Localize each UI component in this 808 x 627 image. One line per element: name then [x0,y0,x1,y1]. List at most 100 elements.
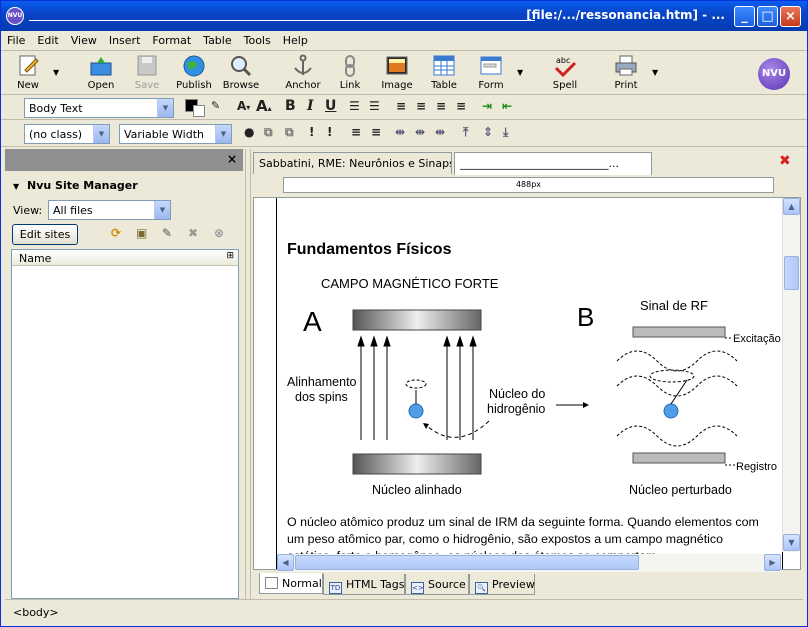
nvu-app-icon[interactable]: NVU [6,7,24,25]
anchor-button[interactable]: Anchor [278,54,328,91]
format-toolbar-1: Body Text ▼ ✎ A▾ A▴ B I U ☰ ☰ ≡ ≡ ≡ ≡ ⇥ … [1,96,807,120]
minimize-button[interactable]: _ [734,6,755,27]
font-select[interactable]: Variable Width ▼ [119,124,232,144]
menu-edit[interactable]: Edit [31,32,64,47]
align-right-icon[interactable]: ≡ [436,99,446,113]
view-filter-select[interactable]: All files ▼ [48,200,171,220]
collapse-triangle-icon[interactable]: ▼ [13,182,19,191]
indent-icon[interactable]: ⇥ [482,99,492,113]
label-disturbed-nucleus: Núcleo perturbado [629,483,732,497]
title-bar[interactable]: NVU [file:/.../ressonancia.htm] - ... _ … [1,1,807,31]
menu-tools[interactable]: Tools [238,32,277,47]
align-left-2-icon[interactable]: ≡ [351,125,361,139]
paragraph-style-select[interactable]: Body Text ▼ [24,98,174,118]
horizontal-scrollbar[interactable]: ◀ ▶ [277,554,781,572]
bullet-list-icon[interactable]: ☰ [369,99,380,113]
outdent-icon[interactable]: ⇤ [502,99,512,113]
name-column-header[interactable]: Name ⊞ [12,250,238,266]
move-bottom-icon[interactable]: ⤓ [503,125,508,140]
figure-label-b: B [577,302,594,332]
background-color-swatch[interactable] [193,105,205,117]
menu-insert[interactable]: Insert [103,32,147,47]
print-dropdown-arrow[interactable]: ▼ [652,68,658,77]
browse-button[interactable]: Browse [216,54,266,91]
decrease-font-size-icon[interactable]: A▾ [237,99,250,113]
menu-help[interactable]: Help [277,32,314,47]
close-tab-icon[interactable]: ✖ [779,153,791,169]
site-file-tree[interactable]: Name ⊞ [11,249,239,599]
tab-preview[interactable]: 🔍 Preview [469,574,535,595]
stop-icon[interactable]: ⊗ [214,226,224,240]
stretch-width-icon[interactable]: ⇹ [395,125,405,139]
column-picker-icon[interactable]: ⊞ [226,251,234,261]
vertical-scroll-thumb[interactable] [784,256,799,290]
print-button[interactable]: Print [601,54,651,91]
menu-table[interactable]: Table [197,32,237,47]
tab-ressonancia[interactable]: ___________________________... [454,152,652,175]
justify-icon[interactable]: ≡ [456,99,466,113]
element-path[interactable]: <body> [13,606,59,619]
upper-magnet [352,309,482,331]
sidebar-splitter[interactable] [245,149,251,599]
open-button[interactable]: Open [76,54,126,91]
menu-file[interactable]: File [1,32,31,47]
vertical-scrollbar[interactable]: ▲ ▼ [782,198,800,552]
align-right-2-icon[interactable]: ≡ [371,125,381,139]
menu-format[interactable]: Format [146,32,197,47]
maximize-button[interactable]: □ [757,6,778,27]
link-button[interactable]: Link [325,54,375,91]
table-button[interactable]: Table [419,54,469,91]
tab-normal[interactable]: Normal [259,573,323,594]
underline-button[interactable]: U [325,98,336,114]
chain-link-icon [345,55,355,77]
image-button[interactable]: Image [372,54,422,91]
move-middle-icon[interactable]: ⇕ [483,125,493,139]
tab-sabbatini[interactable]: Sabbatini, RME: Neurônios e Sinapse... [253,152,452,174]
new-button[interactable]: New [3,54,53,91]
new-dropdown-arrow[interactable]: ▼ [53,68,59,77]
numbered-list-icon[interactable]: ☰ [349,99,360,113]
mri-figure[interactable]: CAMPO MAGNÉTICO FORTE A B Alinhamento do… [277,266,784,501]
important-icon[interactable]: ! [309,125,314,139]
rename-icon[interactable]: ✎ [162,226,172,240]
move-top-icon[interactable]: ⤒ [463,125,468,140]
horizontal-scroll-thumb[interactable] [295,555,639,570]
important-off-icon[interactable]: ! [327,125,332,139]
close-sidebar-icon[interactable]: × [227,152,237,166]
rf-waves [616,350,738,447]
pencil-icon[interactable]: ✎ [211,99,220,112]
shrink-width-icon[interactable]: ⇹ [435,125,445,139]
form-button[interactable]: Form [466,54,516,91]
save-button[interactable]: Save [122,54,172,91]
chevron-down-icon: ▼ [154,201,170,219]
publish-button[interactable]: Publish [169,54,219,91]
tab-source[interactable]: <> Source [405,574,469,595]
editor-content-area[interactable]: Fundamentos Físicos CAMPO MAGNÉTICO FORT… [253,197,801,570]
form-dropdown-arrow[interactable]: ▼ [517,68,523,77]
delete-icon[interactable]: ✖ [188,226,198,240]
scroll-up-icon[interactable]: ▲ [783,198,800,215]
class-select[interactable]: (no class) ▼ [24,124,110,144]
remove-class-icon[interactable]: ⧉ [285,125,294,140]
title-underline [29,20,535,21]
increase-font-size-icon[interactable]: A▴ [256,97,272,115]
add-class-icon[interactable]: ⧉ [264,125,273,140]
css-style-icon[interactable]: ● [244,125,254,139]
scroll-down-icon[interactable]: ▼ [783,534,800,551]
refresh-icon[interactable]: ⟳ [111,226,121,240]
scroll-left-icon[interactable]: ◀ [277,554,294,571]
align-center-icon[interactable]: ≡ [416,99,426,113]
new-folder-icon[interactable]: ▣ [136,226,147,240]
scroll-right-icon[interactable]: ▶ [764,554,781,571]
close-window-button[interactable]: × [780,6,801,27]
edit-sites-button[interactable]: Edit sites [12,224,78,245]
align-left-icon[interactable]: ≡ [396,99,406,113]
tab-html-tags[interactable]: TD HTML Tags [323,574,405,595]
italic-button[interactable]: I [307,98,314,114]
fixed-width-icon[interactable]: ⇹ [415,125,425,139]
figure-title: CAMPO MAGNÉTICO FORTE [321,276,499,291]
bold-button[interactable]: B [285,98,296,114]
menu-view[interactable]: View [65,32,103,47]
format-toolbar-2: (no class) ▼ Variable Width ▼ ● ⧉ ⧉ ! ! … [1,122,807,147]
spell-button[interactable]: abc Spell [540,54,590,91]
